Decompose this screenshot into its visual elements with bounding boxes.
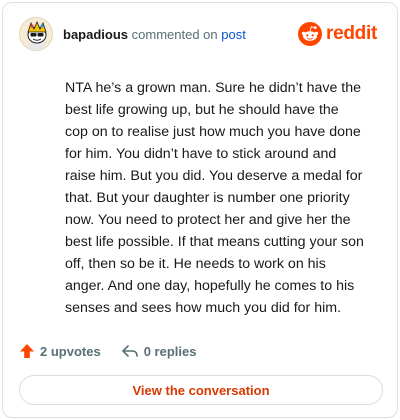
reply-count: 0 replies xyxy=(143,343,197,359)
comment-embed-card: bapadious commented on post reddit NTA h… xyxy=(2,2,398,418)
comment-byline: bapadious commented on post xyxy=(63,27,246,43)
reddit-brand[interactable]: reddit xyxy=(298,22,377,46)
upvote-stat[interactable]: 2 upvotes xyxy=(19,343,101,359)
user-avatar[interactable] xyxy=(19,17,53,51)
username-link[interactable]: bapadious xyxy=(63,27,128,42)
comment-stats: 2 upvotes 0 replies xyxy=(19,339,216,363)
view-conversation-button[interactable]: View the conversation xyxy=(19,375,383,405)
upvote-arrow-icon xyxy=(20,344,34,358)
reply-arrow-icon xyxy=(121,345,138,357)
brand-wordmark: reddit xyxy=(326,23,377,44)
comment-body: NTA he’s a grown man. Sure he didn’t hav… xyxy=(65,80,364,316)
upvote-count: 2 upvotes xyxy=(40,343,101,359)
byline-action: commented on xyxy=(131,27,218,42)
reddit-logo-icon xyxy=(298,22,323,46)
reply-stat[interactable]: 0 replies xyxy=(121,343,197,359)
post-link[interactable]: post xyxy=(221,27,246,42)
comment-header: bapadious commented on post reddit xyxy=(19,17,381,53)
snoo-avatar-icon xyxy=(20,18,52,50)
